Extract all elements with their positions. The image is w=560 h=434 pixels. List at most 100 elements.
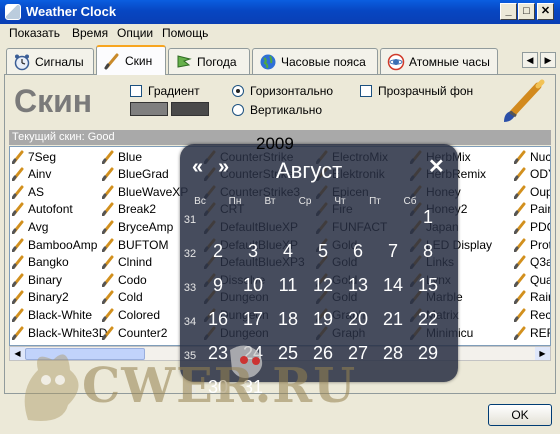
calendar-weekday: Вт — [264, 196, 276, 207]
skin-list-item[interactable]: 7Seg — [11, 148, 56, 165]
skin-list-item[interactable]: Prot — [513, 236, 550, 253]
skin-list-item[interactable]: Blue — [101, 148, 142, 165]
calendar-day[interactable]: 28 — [376, 343, 410, 364]
skin-list-item[interactable]: Pair — [513, 201, 550, 218]
gradient-color-1-swatch[interactable] — [130, 102, 168, 116]
skin-list-item[interactable]: Cold — [101, 289, 143, 306]
calendar-day[interactable]: 18 — [271, 309, 305, 330]
skin-brush-icon — [101, 238, 114, 252]
prev-month-button[interactable]: « — [192, 156, 203, 179]
skin-list-item[interactable]: Avg — [11, 218, 48, 235]
skin-list-item[interactable]: Nuc — [513, 148, 550, 165]
skin-brush-icon — [513, 238, 526, 252]
menu-options[interactable]: Опции — [117, 26, 153, 40]
calendar-day[interactable]: 19 — [306, 309, 340, 330]
calendar-day[interactable]: 6 — [341, 241, 375, 262]
skin-list-item[interactable]: Colored — [101, 306, 160, 323]
skin-list-item[interactable]: Bangko — [11, 254, 69, 271]
skin-list-item[interactable]: BambooAmp — [11, 236, 97, 253]
gradient-checkbox[interactable]: Градиент — [130, 84, 200, 98]
transparent-background-checkbox[interactable]: Прозрачный фон — [360, 84, 473, 98]
calendar-day[interactable]: 1 — [411, 207, 445, 228]
menu-bar: Показать Время Опции Помощь — [0, 24, 560, 42]
tab-weather[interactable]: Погода — [168, 48, 250, 74]
calendar-day[interactable]: 4 — [271, 241, 305, 262]
vertical-radio-button[interactable] — [232, 104, 244, 116]
horizontal-radio-button[interactable] — [232, 85, 244, 97]
skin-list-item[interactable]: BryceAmp — [101, 218, 173, 235]
calendar-day[interactable]: 8 — [411, 241, 445, 262]
tab-atomic-clock[interactable]: Атомные часы — [380, 48, 498, 74]
skin-list-item[interactable]: BlueGrad — [101, 166, 169, 183]
calendar-day[interactable]: 2 — [201, 241, 235, 262]
tab-scroll-right-button[interactable]: ▶ — [540, 52, 556, 68]
skin-list-item[interactable]: Binary2 — [11, 289, 69, 306]
skin-list-item[interactable]: BUFTOM — [101, 236, 168, 253]
gradient-color-2-swatch[interactable] — [171, 102, 209, 116]
calendar-day[interactable]: 10 — [236, 275, 270, 296]
calendar-day[interactable]: 3 — [236, 241, 270, 262]
skin-list-item[interactable]: Clnind — [101, 254, 152, 271]
skin-list-item[interactable]: Q3a — [513, 254, 550, 271]
calendar-day[interactable]: 20 — [341, 309, 375, 330]
calendar-day[interactable]: 13 — [341, 275, 375, 296]
tab-skin[interactable]: Скин — [96, 45, 166, 75]
skin-list-item[interactable]: PDC — [513, 218, 550, 235]
skin-list-item[interactable]: Black-White — [11, 306, 92, 323]
skin-list-item-label: Codo — [118, 272, 147, 287]
calendar-day[interactable]: 14 — [376, 275, 410, 296]
skin-brush-icon — [513, 255, 526, 270]
transparent-background-checkbox-box[interactable] — [360, 85, 372, 97]
skin-list-item[interactable]: Binary — [11, 271, 62, 288]
skin-list-item[interactable]: Codo — [101, 271, 147, 288]
skin-list-item[interactable]: REF — [513, 324, 550, 341]
calendar-day[interactable]: 16 — [201, 309, 235, 330]
calendar-day[interactable]: 22 — [411, 309, 445, 330]
calendar-day[interactable]: 11 — [271, 275, 305, 296]
menu-help[interactable]: Помощь — [162, 26, 208, 40]
skin-list-item[interactable]: BlueWaveXP — [101, 183, 188, 200]
skin-list-item[interactable]: Ainv — [11, 166, 51, 183]
skin-list-item[interactable]: Break2 — [101, 201, 156, 218]
minimize-button[interactable]: _ — [500, 3, 517, 20]
skin-list-item[interactable]: Autofont — [11, 201, 73, 218]
maximize-button[interactable]: □ — [518, 3, 535, 20]
tab-scroll-left-button[interactable]: ◀ — [522, 52, 538, 68]
calendar-day[interactable]: 17 — [236, 309, 270, 330]
calendar-week-number: 34 — [183, 316, 197, 328]
calendar-day[interactable]: 29 — [411, 343, 445, 364]
calendar-day[interactable]: 12 — [306, 275, 340, 296]
calendar-weekday: Сб — [403, 196, 417, 207]
horizontal-radio[interactable]: Горизонтально — [232, 84, 333, 98]
calendar-weekday: Вс — [194, 196, 206, 207]
skin-list-item[interactable]: AS — [11, 183, 44, 200]
skin-list-item[interactable]: Rec — [513, 306, 551, 323]
calendar-day[interactable]: 9 — [201, 275, 235, 296]
skin-list-item[interactable]: Qua — [513, 271, 550, 288]
skin-list-item-label: Rec — [530, 307, 551, 322]
ok-button[interactable]: OK — [488, 404, 552, 426]
skin-brush-icon — [11, 220, 24, 235]
tab-alarms[interactable]: Сигналы — [6, 48, 94, 74]
menu-show[interactable]: Показать — [9, 26, 60, 40]
scroll-right-arrow[interactable]: ▶ — [535, 347, 550, 360]
calendar-day[interactable]: 21 — [376, 309, 410, 330]
menu-time[interactable]: Время — [72, 26, 108, 40]
calendar-day[interactable]: 5 — [306, 241, 340, 262]
tab-strip: Сигналы Скин Погода Часовые пояса Атомны… — [0, 44, 560, 75]
skin-list-item[interactable]: Oup — [513, 183, 550, 200]
gradient-checkbox-box[interactable] — [130, 85, 142, 97]
calendar-close-button[interactable]: ✕ — [428, 154, 445, 179]
skin-brush-icon — [513, 185, 526, 200]
calendar-day[interactable]: 7 — [376, 241, 410, 262]
skin-brush-icon — [11, 290, 24, 305]
skin-brush-icon — [513, 167, 526, 182]
skin-brush-icon — [11, 202, 24, 217]
skin-list-item[interactable]: ODY — [513, 166, 550, 183]
skin-list-item[interactable]: Rain — [513, 289, 550, 306]
tab-timezones[interactable]: Часовые пояса — [252, 48, 378, 74]
close-window-button[interactable]: ✕ — [537, 3, 554, 20]
calendar-day[interactable]: 15 — [411, 275, 445, 296]
vertical-radio[interactable]: Вертикально — [232, 103, 322, 117]
next-month-button[interactable]: » — [218, 156, 229, 179]
